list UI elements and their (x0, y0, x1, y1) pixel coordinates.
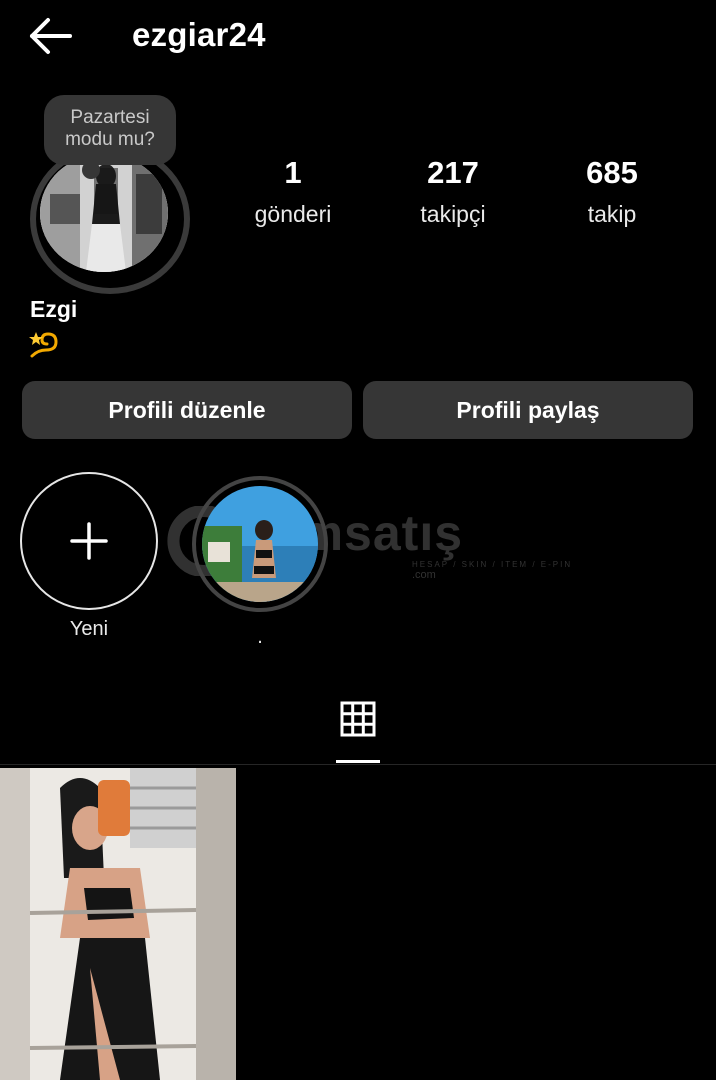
back-arrow-icon[interactable] (26, 16, 76, 56)
edit-profile-button[interactable]: Profili düzenle (22, 381, 352, 439)
post-thumbnail[interactable] (0, 768, 236, 1080)
stat-followers-label: takipçi (420, 201, 486, 227)
tab-posts-grid[interactable] (336, 696, 380, 764)
note-bubble[interactable]: Pazartesi modu mu? (44, 95, 176, 179)
stat-following-label: takip (587, 201, 637, 227)
plus-icon (70, 522, 108, 560)
profile-stats: 1 gönderi 217 takipçi 685 takip (230, 155, 690, 235)
share-profile-button[interactable]: Profili paylaş (363, 381, 693, 439)
watermark-subtext: HESAP / SKIN / ITEM / E-PIN .com (412, 560, 573, 581)
stat-posts[interactable]: 1 gönderi (223, 155, 363, 228)
new-highlight-label: Yeni (69, 618, 109, 640)
avatar-photo (40, 154, 168, 272)
stat-following[interactable]: 685 takip (542, 155, 682, 228)
story-highlight-label: . (257, 626, 263, 648)
profile-avatar[interactable] (30, 144, 190, 294)
tabs-divider (0, 764, 716, 765)
active-tab-indicator (336, 760, 380, 763)
grid-icon (340, 701, 376, 737)
stat-following-count: 685 (586, 155, 638, 190)
display-name: Ezgi (30, 296, 78, 322)
note-tail (82, 161, 100, 179)
stat-followers-count: 217 (427, 155, 479, 190)
note-line-1: Pazartesi (70, 107, 150, 128)
profile-username: ezgiar24 (132, 16, 266, 53)
stat-posts-count: 1 (284, 155, 302, 190)
stat-posts-label: gönderi (254, 201, 332, 227)
story-highlight-cover (202, 486, 318, 602)
note-line-2: modu mu? (65, 129, 155, 150)
top-bar: ezgiar24 (0, 0, 716, 72)
stat-followers[interactable]: 217 takipçi (383, 155, 523, 228)
dizzy-emoji-icon (28, 328, 62, 360)
story-highlight[interactable] (192, 476, 328, 612)
new-highlight-button[interactable] (20, 472, 158, 610)
